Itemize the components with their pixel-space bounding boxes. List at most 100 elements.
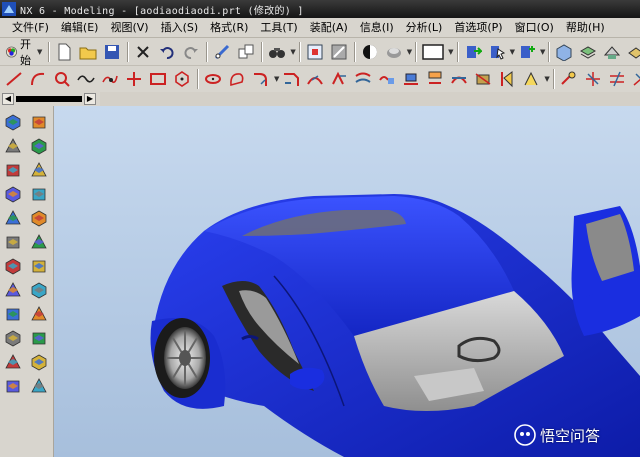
resource-scrollbar[interactable]: ◀ ▶ — [0, 92, 100, 106]
groove-button[interactable] — [28, 182, 50, 206]
menu-item[interactable]: 窗口(O) — [509, 19, 560, 37]
analysis-button[interactable] — [625, 41, 640, 63]
cross-button[interactable] — [123, 68, 145, 90]
menu-item[interactable]: 格式(R) — [204, 19, 254, 37]
chevron-down-icon[interactable]: ▼ — [290, 48, 295, 56]
offset-button[interactable] — [352, 68, 374, 90]
copy-button[interactable] — [235, 41, 257, 63]
chevron-down-icon[interactable]: ▼ — [37, 48, 42, 56]
sew-button[interactable] — [2, 374, 24, 398]
scroll-left-arrow-icon[interactable]: ◀ — [2, 93, 14, 105]
boss-button[interactable] — [28, 134, 50, 158]
quick-trim-button[interactable] — [496, 68, 518, 90]
dimension-button[interactable] — [520, 68, 542, 90]
pattern-body-button[interactable] — [2, 350, 24, 374]
pad-button[interactable] — [28, 158, 50, 182]
offset-face-button[interactable] — [28, 350, 50, 374]
extrude-button[interactable] — [2, 110, 24, 134]
open-folder-button[interactable] — [77, 41, 99, 63]
menu-item[interactable]: 信息(I) — [354, 19, 400, 37]
chamfer-body-button[interactable] — [2, 302, 24, 326]
menu-item[interactable]: 首选项(P) — [448, 19, 508, 37]
graphics-viewport[interactable] — [54, 106, 640, 457]
chamfer-icon — [284, 73, 300, 86]
color-swatch-button[interactable] — [420, 41, 446, 63]
menu-item[interactable]: 装配(A) — [304, 19, 354, 37]
menu-item[interactable]: 编辑(E) — [55, 19, 105, 37]
draft-button[interactable] — [2, 326, 24, 350]
chevron-down-icon[interactable]: ▼ — [274, 75, 279, 83]
boss-icon — [31, 138, 47, 155]
intersect-button[interactable] — [448, 68, 470, 90]
menu-item[interactable]: 插入(S) — [155, 19, 205, 37]
pocket-button[interactable] — [2, 158, 24, 182]
rectangle-button[interactable] — [147, 68, 169, 90]
extend-button[interactable] — [328, 68, 350, 90]
point-button[interactable] — [99, 68, 121, 90]
chevron-down-icon[interactable]: ▼ — [540, 48, 545, 56]
block-button[interactable] — [2, 206, 24, 230]
mirror-body-button[interactable] — [28, 326, 50, 350]
blend-button[interactable] — [28, 278, 50, 302]
slot-button[interactable] — [2, 182, 24, 206]
project-button[interactable] — [424, 68, 446, 90]
cylinder-button[interactable] — [28, 206, 50, 230]
new-file-button[interactable] — [53, 41, 75, 63]
options-button[interactable] — [516, 41, 538, 63]
chevron-down-icon[interactable]: ▼ — [544, 75, 549, 83]
revolve-button[interactable] — [28, 110, 50, 134]
spline-button[interactable] — [75, 68, 97, 90]
conic-button[interactable] — [226, 68, 248, 90]
chevron-down-icon[interactable]: ▼ — [448, 48, 453, 56]
relation-button-2[interactable] — [606, 68, 628, 90]
relation-button-3[interactable] — [630, 68, 640, 90]
cone-button[interactable] — [2, 230, 24, 254]
edit-part-button[interactable] — [462, 41, 484, 63]
menu-item[interactable]: 帮助(H) — [560, 19, 611, 37]
undo-button[interactable] — [156, 41, 178, 63]
layer-button[interactable] — [577, 41, 599, 63]
ellipse-button[interactable] — [202, 68, 224, 90]
binoculars-button[interactable] — [266, 41, 288, 63]
intersect-body-button[interactable] — [2, 278, 24, 302]
fillet-button[interactable] — [250, 68, 272, 90]
sphere-button[interactable] — [28, 230, 50, 254]
arc-button[interactable] — [27, 68, 49, 90]
unite-button[interactable] — [2, 254, 24, 278]
shaded-button[interactable] — [383, 41, 405, 63]
pointer-button[interactable] — [486, 41, 508, 63]
hole-button[interactable] — [2, 134, 24, 158]
scroll-track[interactable] — [16, 96, 82, 102]
circle-point-button[interactable] — [51, 68, 73, 90]
shell-button[interactable] — [28, 302, 50, 326]
view-orient-button[interactable] — [553, 41, 575, 63]
chevron-down-icon[interactable]: ▼ — [510, 48, 515, 56]
redo-button[interactable] — [180, 41, 202, 63]
line-button[interactable] — [3, 68, 25, 90]
start-button[interactable]: 开始 ▼ — [2, 38, 45, 67]
chevron-down-icon[interactable]: ▼ — [407, 48, 412, 56]
mirror-button[interactable] — [376, 68, 398, 90]
close-button[interactable] — [132, 41, 154, 63]
menu-item[interactable]: 视图(V) — [104, 19, 154, 37]
hole-icon — [5, 138, 21, 153]
scroll-right-arrow-icon[interactable]: ▶ — [84, 93, 96, 105]
measure-button[interactable] — [601, 41, 623, 63]
subtract-button[interactable] — [28, 254, 50, 278]
menu-item[interactable]: 工具(T) — [254, 19, 303, 37]
fit-view-button[interactable] — [304, 41, 326, 63]
polygon-button[interactable] — [171, 68, 193, 90]
save-button[interactable] — [101, 41, 123, 63]
trim-button[interactable] — [304, 68, 326, 90]
cut-button[interactable] — [211, 41, 233, 63]
render-style-button[interactable] — [359, 41, 381, 63]
chamfer-button[interactable] — [280, 68, 302, 90]
constraint-button[interactable] — [558, 68, 580, 90]
pattern-button[interactable] — [400, 68, 422, 90]
menu-item[interactable]: 分析(L) — [400, 19, 449, 37]
menu-item[interactable]: 文件(F) — [6, 19, 55, 37]
patch-button[interactable] — [28, 374, 50, 398]
relation-button[interactable] — [582, 68, 604, 90]
derived-button[interactable] — [472, 68, 494, 90]
zoom-button[interactable] — [328, 41, 350, 63]
